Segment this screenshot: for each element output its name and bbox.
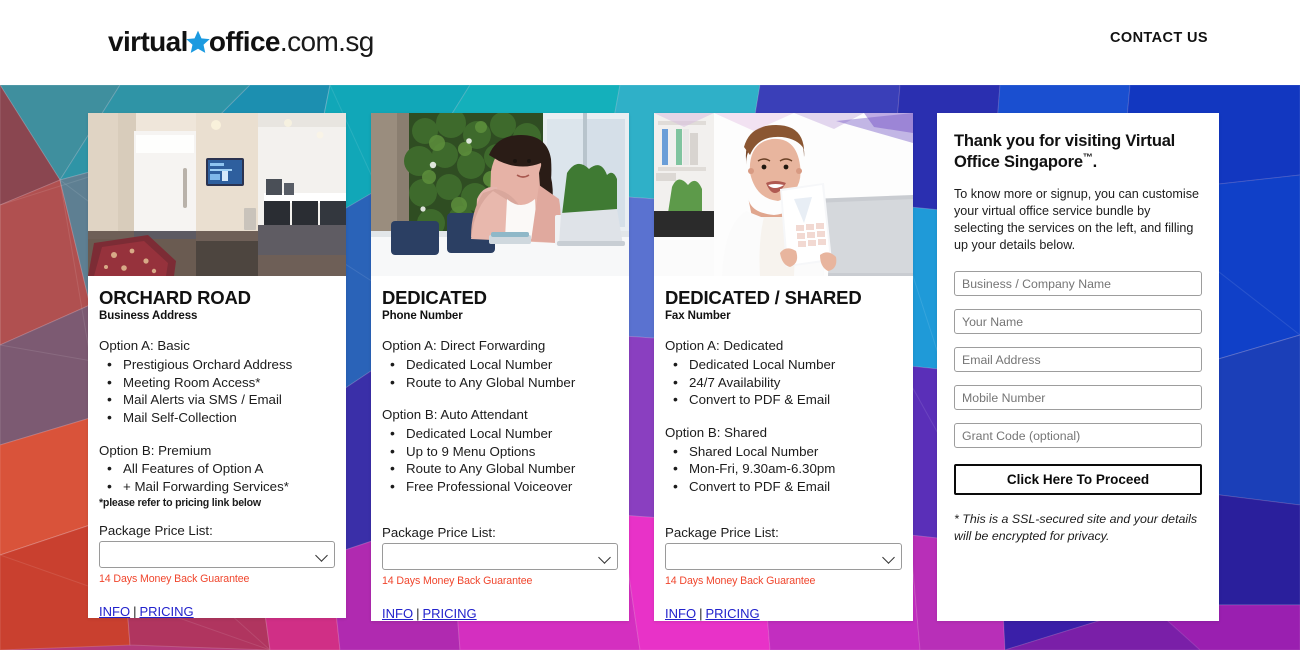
list-item: Mail Self-Collection	[99, 408, 335, 427]
company-name-input[interactable]	[954, 271, 1202, 297]
list-item: Mail Alerts via SMS / Email	[99, 390, 335, 409]
service-card-dedicated-phone[interactable]: DEDICATED Phone Number Option A: Direct …	[371, 113, 629, 621]
list-item: Convert to PDF & Email	[665, 390, 902, 409]
money-back-guarantee-text: 14 Days Money Back Guarantee	[382, 574, 533, 587]
pricing-link[interactable]: PRICING	[139, 604, 193, 618]
contact-us-link[interactable]: CONTACT US	[1110, 30, 1208, 46]
card-body: DEDICATED / SHARED Fax Number Option A: …	[654, 276, 913, 621]
mobile-number-input[interactable]	[954, 385, 1202, 411]
option-b-feature-list: Shared Local Number Mon-Fri, 9.30am-6.30…	[665, 442, 902, 496]
list-item: Convert to PDF & Email	[665, 477, 902, 496]
list-item: All Features of Option A	[99, 459, 335, 478]
page-root: virtual office .com.sg CONTACT US ORCHAR…	[0, 0, 1300, 650]
card-image-woman-on-phone	[371, 113, 629, 276]
service-card-orchard-road[interactable]: ORCHARD ROAD Business Address Option A: …	[88, 113, 346, 618]
package-price-select[interactable]	[382, 542, 618, 570]
money-back-guarantee-text: 14 Days Money Back Guarantee	[99, 572, 250, 585]
card-image-woman-holding-document	[654, 113, 913, 276]
list-item: Route to Any Global Number	[382, 373, 618, 392]
package-price-select[interactable]	[665, 542, 902, 570]
option-a-feature-list: Prestigious Orchard Address Meeting Room…	[99, 355, 335, 427]
package-price-label: Package Price List:	[99, 522, 213, 538]
proceed-button[interactable]: Click Here To Proceed	[954, 464, 1202, 496]
list-item: Dedicated Local Number	[382, 355, 618, 374]
card-subtitle: Fax Number	[665, 310, 731, 323]
card-title: ORCHARD ROAD	[99, 287, 251, 308]
site-header: virtual office .com.sg CONTACT US	[0, 0, 1300, 85]
info-link[interactable]: INFO	[99, 604, 130, 618]
service-card-fax-number[interactable]: DEDICATED / SHARED Fax Number Option A: …	[654, 113, 913, 621]
list-item: Route to Any Global Number	[382, 459, 618, 478]
list-item: Free Professional Voiceover	[382, 477, 618, 496]
card-subtitle: Phone Number	[382, 310, 463, 323]
list-item: 24/7 Availability	[665, 373, 902, 392]
option-b-heading: Option B: Premium	[99, 442, 212, 458]
list-item: Shared Local Number	[665, 442, 902, 461]
card-body: DEDICATED Phone Number Option A: Direct …	[371, 276, 629, 621]
option-a-feature-list: Dedicated Local Number Route to Any Glob…	[382, 355, 618, 392]
grant-code-input[interactable]	[954, 423, 1202, 449]
pricing-footnote: *please refer to pricing link below	[99, 496, 261, 509]
list-item: + Mail Forwarding Services*	[99, 477, 335, 496]
package-select-wrapper[interactable]	[99, 540, 335, 568]
info-link[interactable]: INFO	[665, 606, 696, 621]
logo-text-part1: virtual	[108, 26, 188, 57]
package-price-select[interactable]	[99, 540, 335, 568]
package-select-wrapper[interactable]	[665, 542, 902, 570]
link-separator: |	[699, 605, 703, 621]
list-item: Mon-Fri, 9.30am-6.30pm	[665, 459, 902, 478]
option-a-heading: Option A: Dedicated	[665, 338, 784, 354]
star-icon	[185, 29, 211, 55]
card-links: INFO | PRICING	[382, 606, 618, 621]
your-name-input[interactable]	[954, 309, 1202, 335]
card-title: DEDICATED	[382, 287, 487, 308]
signup-form-panel: Thank you for visiting Virtual Office Si…	[937, 113, 1219, 621]
link-separator: |	[416, 605, 420, 621]
info-link[interactable]: INFO	[382, 606, 413, 621]
option-b-heading: Option B: Auto Attendant	[382, 407, 528, 423]
option-b-heading: Option B: Shared	[665, 424, 768, 440]
pricing-link[interactable]: PRICING	[705, 606, 759, 621]
card-subtitle: Business Address	[99, 310, 198, 323]
site-logo[interactable]: virtual office .com.sg	[108, 25, 374, 59]
list-item: Up to 9 Menu Options	[382, 442, 618, 461]
pricing-link[interactable]: PRICING	[422, 606, 476, 621]
package-select-wrapper[interactable]	[382, 542, 618, 570]
link-separator: |	[133, 603, 137, 618]
option-a-heading: Option A: Basic	[99, 338, 190, 354]
package-price-label: Package Price List:	[382, 524, 496, 540]
package-price-label: Package Price List:	[665, 524, 779, 540]
list-item: Dedicated Local Number	[382, 424, 618, 443]
list-item: Meeting Room Access*	[99, 373, 335, 392]
list-item: Dedicated Local Number	[665, 355, 902, 374]
card-links: INFO | PRICING	[99, 604, 335, 618]
logo-text-part3: .com.sg	[279, 26, 374, 57]
option-b-feature-list: Dedicated Local Number Up to 9 Menu Opti…	[382, 424, 618, 496]
logo-text-part2: office	[208, 26, 281, 57]
list-item: Prestigious Orchard Address	[99, 355, 335, 374]
option-b-feature-list: All Features of Option A + Mail Forwardi…	[99, 459, 335, 496]
card-body: ORCHARD ROAD Business Address Option A: …	[88, 276, 346, 618]
card-image-office-reception	[88, 113, 346, 276]
ssl-security-note: * This is a SSL-secured site and your de…	[954, 512, 1198, 543]
card-links: INFO | PRICING	[665, 606, 902, 621]
form-panel-description: To know more or signup, you can customis…	[954, 187, 1199, 253]
card-title: DEDICATED / SHARED	[665, 287, 862, 308]
option-a-heading: Option A: Direct Forwarding	[382, 338, 546, 354]
option-a-feature-list: Dedicated Local Number 24/7 Availability…	[665, 355, 902, 409]
email-address-input[interactable]	[954, 347, 1202, 373]
money-back-guarantee-text: 14 Days Money Back Guarantee	[665, 574, 816, 587]
form-panel-title: Thank you for visiting Virtual Office Si…	[954, 132, 1176, 172]
